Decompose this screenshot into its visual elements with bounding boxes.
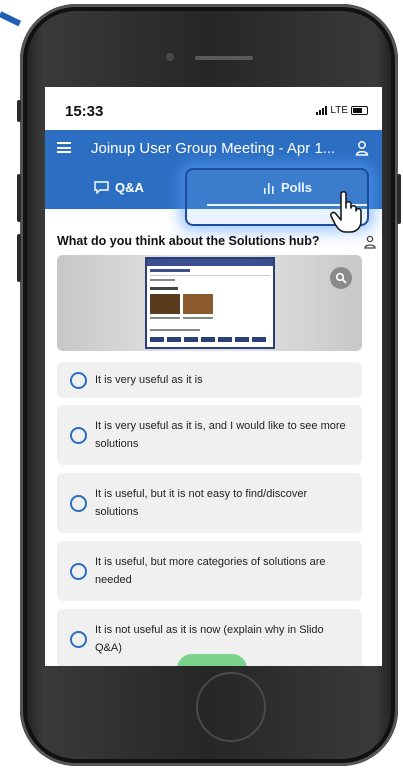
front-camera (166, 53, 174, 61)
poll-option-label: It is useful, but more categories of sol… (95, 556, 326, 586)
signal-icon (316, 106, 328, 115)
home-button[interactable] (196, 672, 266, 742)
question-meta-icons (364, 233, 376, 250)
poll-option[interactable]: It is useful, but it is not easy to find… (57, 473, 362, 533)
zoom-icon[interactable] (330, 267, 352, 289)
earpiece-speaker (195, 56, 253, 60)
poll-question: What do you think about the Solutions hu… (57, 234, 320, 248)
phone-power-button (397, 174, 401, 224)
radio-button[interactable] (70, 631, 87, 648)
status-bar: 15:33 LTE (45, 87, 382, 130)
chat-icon (94, 181, 109, 194)
participants-icon (364, 235, 376, 249)
event-title: Joinup User Group Meeting - Apr 1... (91, 140, 336, 157)
radio-button[interactable] (70, 372, 87, 389)
phone-side-button (17, 100, 21, 122)
screenshot-thumbnail (147, 259, 273, 342)
poll-option[interactable]: It is very useful as it is (57, 362, 362, 398)
poll-option[interactable]: It is useful, but more categories of sol… (57, 541, 362, 601)
tab-qa-label: Q&A (115, 180, 144, 195)
radio-button[interactable] (70, 427, 87, 444)
magnifier-icon (335, 272, 347, 284)
hand-pointer-icon (330, 190, 362, 233)
poll-image[interactable] (57, 255, 362, 351)
status-indicators: LTE (316, 105, 368, 116)
phone-volume-down-button (17, 234, 21, 282)
battery-icon (351, 106, 368, 115)
poll-option-label: It is not useful as it is now (explain w… (95, 624, 324, 654)
tab-qa[interactable]: Q&A (45, 166, 193, 209)
solutions-hub-screenshot (145, 257, 275, 349)
phone-screen: 15:33 LTE Joinup User Group Meeting - Ap… (45, 87, 382, 666)
poll-option[interactable]: It is very useful as it is, and I would … (57, 405, 362, 465)
hamburger-icon[interactable] (57, 142, 71, 153)
vote-button[interactable] (177, 654, 247, 666)
status-time: 15:33 (65, 103, 104, 120)
radio-button[interactable] (70, 563, 87, 580)
poll-option-label: It is useful, but it is not easy to find… (95, 488, 308, 518)
network-type: LTE (330, 105, 348, 116)
poll-option-label: It is very useful as it is, and I would … (95, 420, 346, 450)
poll-option-label: It is very useful as it is (95, 374, 203, 386)
user-icon[interactable] (354, 140, 370, 156)
radio-button[interactable] (70, 495, 87, 512)
app-header: Joinup User Group Meeting - Apr 1... (45, 130, 382, 166)
phone-volume-up-button (17, 174, 21, 222)
